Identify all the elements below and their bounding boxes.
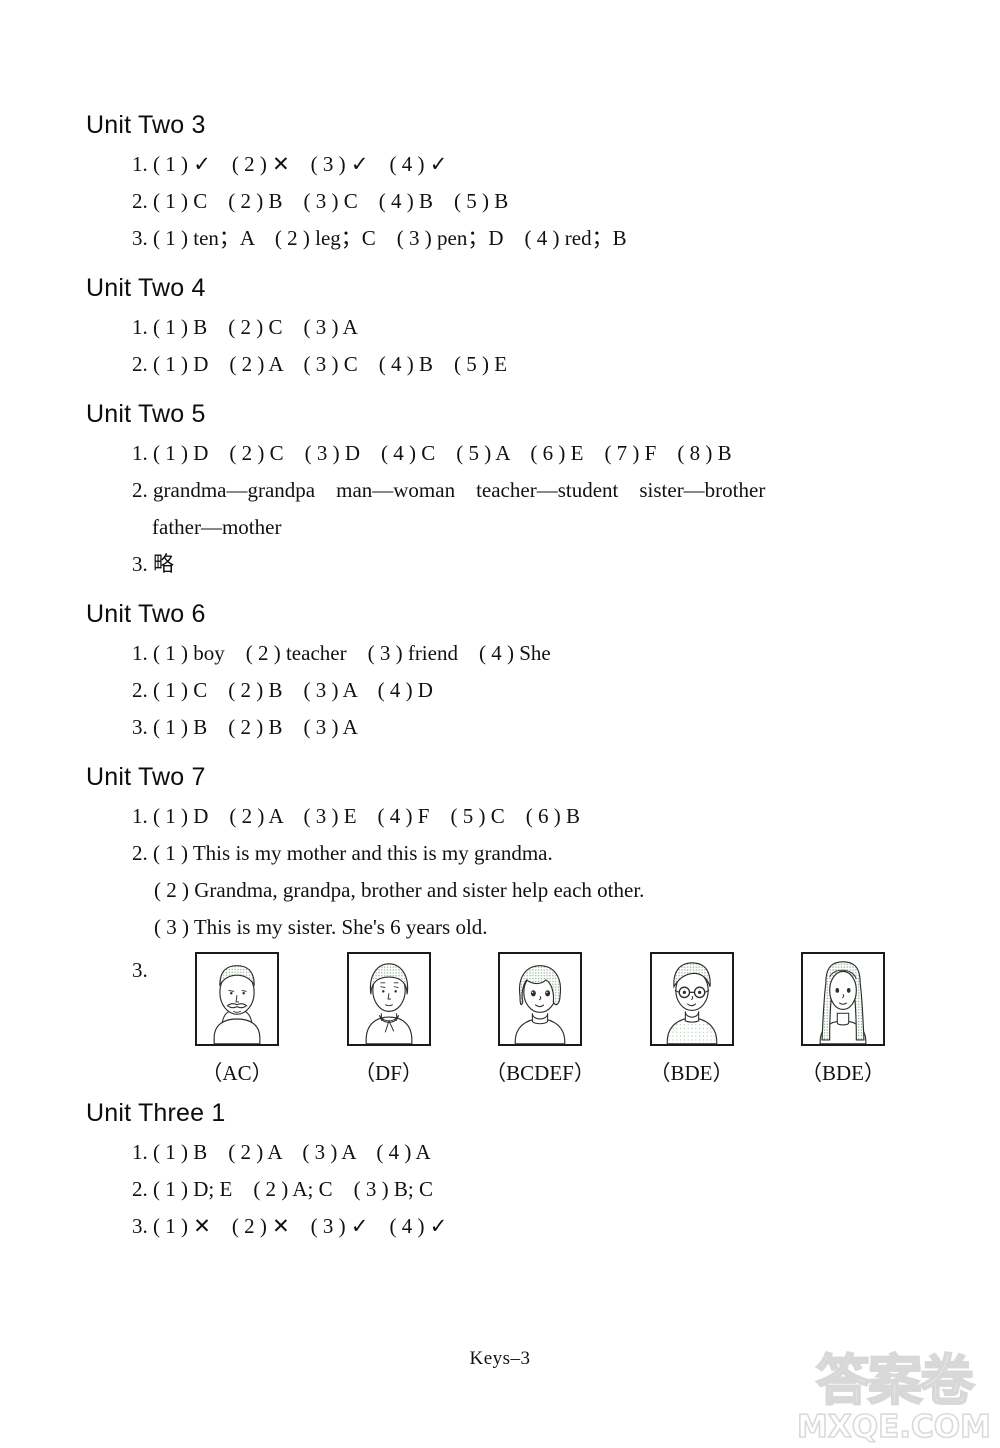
picture-label: （BDE） [649,1061,734,1085]
answer-line: 2. grandma—grandpa man—woman teacher—stu… [132,478,766,502]
answer-line: 1. ( 1 ) D ( 2 ) A ( 3 ) E ( 4 ) F ( 5 )… [132,804,580,828]
section-unit-two-7: Unit Two 7 1. ( 1 ) D ( 2 ) A ( 3 ) E ( … [86,760,926,1086]
section-heading: Unit Two 6 [86,600,206,628]
picture-label: （BDE） [801,1061,885,1085]
portrait-frame-long-hair-woman [801,952,885,1046]
answer-line: 1. ( 1 ) B ( 2 ) A ( 3 ) A ( 4 ) A [132,1140,431,1164]
answer-line: 3. ( 1 ) ✕ ( 2 ) ✕ ( 3 ) ✓ ( 4 ) ✓ [132,1214,448,1238]
picture-label: （DF） [354,1061,423,1085]
picture-list: （AC） （DF） （BCDEF） （BDE） （BDE） [162,952,926,1086]
answer-line: 1. ( 1 ) D ( 2 ) C ( 3 ) D ( 4 ) C ( 5 )… [132,441,732,465]
answer-line-sub: ( 3 ) This is my sister. She's 6 years o… [154,915,488,939]
picture-item: （DF） [314,952,464,1086]
section-heading: Unit Two 5 [86,400,206,428]
answer-line: 2. ( 1 ) This is my mother and this is m… [132,841,553,865]
picture-item: （AC） [162,952,312,1086]
section-unit-two-6: Unit Two 6 1. ( 1 ) boy ( 2 ) teacher ( … [86,597,926,746]
portrait-frame-elderly-woman [346,952,431,1046]
answer-line: 1. ( 1 ) B ( 2 ) C ( 3 ) A [132,315,358,339]
answer-line-continuation: father—mother [152,515,282,539]
portrait-frame-elderly-man [195,952,279,1046]
answer-line: 3. 略 [132,552,174,576]
answer-line: 3. ( 1 ) B ( 2 ) B ( 3 ) A [132,715,358,739]
section-unit-two-4: Unit Two 4 1. ( 1 ) B ( 2 ) C ( 3 ) A 2.… [86,271,926,383]
answer-line: 2. ( 1 ) C ( 2 ) B ( 3 ) C ( 4 ) B ( 5 )… [132,189,509,213]
picture-item: （BDE） [768,952,918,1086]
page-footer: Keys–3 [469,1348,531,1369]
section-unit-three-1: Unit Three 1 1. ( 1 ) B ( 2 ) A ( 3 ) A … [86,1096,926,1245]
picture-label: （AC） [201,1061,273,1085]
section-heading: Unit Two 3 [86,111,206,139]
picture-item: （BCDEF） [465,952,615,1086]
portrait-frame-girl [498,952,582,1046]
answer-line: 2. ( 1 ) D; E ( 2 ) A; C ( 3 ) B; C [132,1177,433,1201]
watermark-domain: MXQE.COM [796,1409,992,1445]
answer-line: 1. ( 1 ) boy ( 2 ) teacher ( 3 ) friend … [132,641,551,665]
exercise-number: 3. [132,958,148,982]
section-heading: Unit Three 1 [86,1099,226,1127]
answer-line: 2. ( 1 ) C ( 2 ) B ( 3 ) A ( 4 ) D [132,678,433,702]
answer-line: 1. ( 1 ) ✓ ( 2 ) ✕ ( 3 ) ✓ ( 4 ) ✓ [132,152,448,176]
section-unit-two-3: Unit Two 3 1. ( 1 ) ✓ ( 2 ) ✕ ( 3 ) ✓ ( … [86,108,926,257]
picture-label: （BCDEF） [485,1061,595,1085]
answer-line: 2. ( 1 ) D ( 2 ) A ( 3 ) C ( 4 ) B ( 5 )… [132,352,508,376]
picture-item: （BDE） [617,952,767,1086]
answer-line-sub: ( 2 ) Grandma, grandpa, brother and sist… [154,878,645,902]
answer-key-page: Unit Two 3 1. ( 1 ) ✓ ( 2 ) ✕ ( 3 ) ✓ ( … [0,0,1000,1448]
section-heading: Unit Two 4 [86,274,206,302]
portrait-frame-boy-glasses [649,952,734,1046]
answer-line: 3. ( 1 ) ten；A ( 2 ) leg；C ( 3 ) pen；D (… [132,226,627,250]
picture-exercise: 3. （AC） （DF） （BCDEF） （BDE） （BDE） [86,952,926,1086]
page-content: Unit Two 3 1. ( 1 ) ✓ ( 2 ) ✕ ( 3 ) ✓ ( … [86,108,926,1259]
section-heading: Unit Two 7 [86,763,206,791]
section-unit-two-5: Unit Two 5 1. ( 1 ) D ( 2 ) C ( 3 ) D ( … [86,397,926,583]
